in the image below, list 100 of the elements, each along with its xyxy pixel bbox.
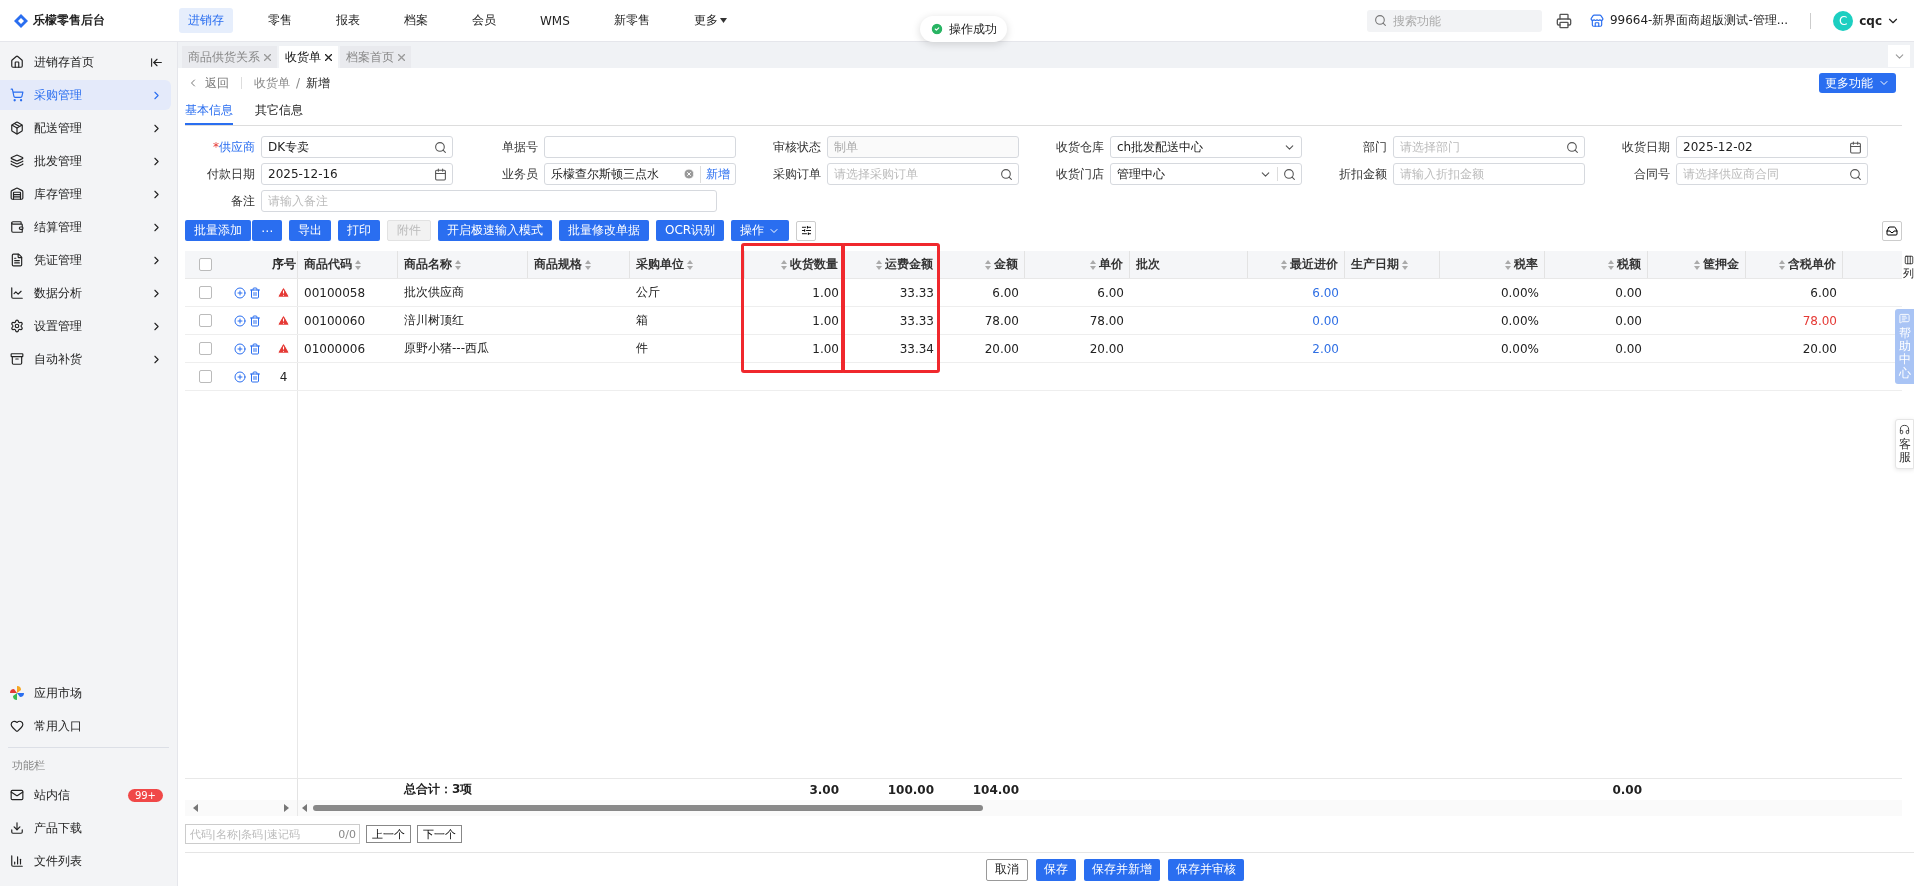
column-header[interactable]: 商品规格 <box>534 256 591 273</box>
column-header[interactable]: 金额 <box>985 256 1018 273</box>
nav-item[interactable]: 零售 <box>259 8 301 33</box>
toolbar-button[interactable]: 批量修改单据 <box>559 220 649 241</box>
nav-item[interactable]: 进销存 <box>179 8 233 33</box>
breadcrumb-link[interactable]: 收货单 <box>254 74 290 92</box>
toolbar-button[interactable]: 导出 <box>289 220 331 241</box>
search-field[interactable]: 搜索功能 <box>1366 9 1542 32</box>
customer-service-tab[interactable]: 客服 <box>1895 419 1914 470</box>
add-row-icon[interactable] <box>234 342 246 355</box>
column-header[interactable]: 商品代码 <box>304 256 361 273</box>
sidebar-item[interactable]: 设置管理 <box>0 311 171 341</box>
nav-item[interactable]: WMS <box>531 9 579 32</box>
column-header[interactable]: 最近进价 <box>1281 256 1338 273</box>
sidebar-item[interactable]: 常用入口 <box>0 711 171 741</box>
calendar-icon[interactable] <box>434 167 447 181</box>
batch-add-button[interactable]: 批量添加 <box>185 220 251 241</box>
nav-item[interactable]: 更多 <box>684 8 736 33</box>
scroll-left-icon[interactable] <box>302 804 307 812</box>
column-header[interactable]: 含税单价 <box>1779 256 1836 273</box>
add-link[interactable]: 新增 <box>700 165 730 183</box>
column-header[interactable]: 商品名称 <box>404 256 461 273</box>
sidebar-item[interactable]: 配送管理 <box>0 113 171 143</box>
input-field[interactable]: 请输入折扣金额 <box>1393 163 1585 185</box>
sidebar-item[interactable]: 采购管理 <box>0 80 171 110</box>
dropdown-button[interactable]: 操作 <box>731 220 790 241</box>
previous-button[interactable]: 上一个 <box>366 825 411 843</box>
column-header[interactable]: 筐押金 <box>1694 256 1739 273</box>
input-field[interactable]: DK专卖 <box>261 136 453 158</box>
input-field[interactable] <box>544 136 736 158</box>
search-icon[interactable] <box>1849 167 1862 181</box>
footer-button[interactable]: 保存 <box>1035 858 1076 881</box>
sidebar-item[interactable]: 产品下载 <box>0 813 171 843</box>
delete-icon[interactable] <box>249 286 261 299</box>
column-header[interactable]: 运费金额 <box>876 256 933 273</box>
scroll-left-icon[interactable] <box>193 804 198 812</box>
column-header[interactable]: 税额 <box>1608 256 1641 273</box>
nav-item[interactable]: 会员 <box>463 8 505 33</box>
input-field[interactable]: 2025-12-02 <box>1676 136 1868 158</box>
column-header[interactable]: 生产日期 <box>1351 256 1408 273</box>
settings-button[interactable] <box>796 220 817 241</box>
add-row-icon[interactable] <box>234 370 246 383</box>
clear-icon[interactable] <box>683 168 695 180</box>
collapse-icon[interactable] <box>150 55 163 69</box>
column-header[interactable]: 采购单位 <box>636 256 693 273</box>
search-icon[interactable] <box>434 140 447 154</box>
delete-icon[interactable] <box>249 370 261 383</box>
scroll-right-icon[interactable] <box>284 804 289 812</box>
search-icon[interactable] <box>1000 167 1013 181</box>
add-row-icon[interactable] <box>234 314 246 327</box>
toolbar-button[interactable]: 开启极速输入模式 <box>438 220 552 241</box>
scrollbar-thumb[interactable] <box>313 805 983 811</box>
column-header[interactable]: 单价 <box>1090 256 1123 273</box>
calendar-icon[interactable] <box>1849 140 1862 154</box>
sidebar-item[interactable]: 站内信 99+ <box>0 780 171 810</box>
input-field[interactable]: 请输入备注 <box>261 190 717 212</box>
sidebar-item[interactable]: 自动补货 <box>0 344 171 374</box>
checkbox[interactable] <box>198 286 212 299</box>
toolbar-button[interactable]: 打印 <box>338 220 380 241</box>
input-field[interactable]: 2025-12-16 <box>261 163 453 185</box>
sidebar-item[interactable]: 应用市场 <box>0 678 171 708</box>
checkbox[interactable] <box>198 370 212 383</box>
section-tab[interactable]: 基本信息 <box>185 98 233 125</box>
nav-item[interactable]: 报表 <box>327 8 369 33</box>
sidebar-item[interactable]: 文件列表 <box>0 846 171 876</box>
printer-icon[interactable] <box>1555 12 1572 29</box>
footer-button[interactable]: 保存并审核 <box>1167 858 1244 881</box>
more-button[interactable]: ⋯ <box>252 220 282 241</box>
delete-icon[interactable] <box>249 314 261 327</box>
more-functions-button[interactable]: 更多功能 <box>1819 73 1896 93</box>
checkbox[interactable] <box>198 342 212 355</box>
input-field[interactable]: 请选择供应商合同 <box>1676 163 1868 185</box>
column-header[interactable]: 收货数量 <box>781 256 838 273</box>
sidebar-item[interactable]: 结算管理 <box>0 212 171 242</box>
close-icon[interactable] <box>325 53 332 61</box>
next-button[interactable]: 下一个 <box>417 825 462 843</box>
nav-item[interactable]: 档案 <box>395 8 437 33</box>
search-icon[interactable] <box>1283 167 1296 181</box>
checkbox[interactable] <box>198 314 212 327</box>
column-header[interactable]: 税率 <box>1505 256 1538 273</box>
sidebar-item[interactable]: 数据分析 <box>0 278 171 308</box>
archive-button[interactable] <box>1882 220 1902 241</box>
sidebar-item[interactable]: 进销存首页 <box>0 47 171 77</box>
search-icon[interactable] <box>1566 140 1579 154</box>
toolbar-button[interactable]: OCR识别 <box>656 220 725 241</box>
sidebar-item[interactable]: 凭证管理 <box>0 245 171 275</box>
input-field[interactable]: ch批发配送中心 <box>1110 136 1302 158</box>
add-row-icon[interactable] <box>234 286 246 299</box>
page-tab[interactable]: 收货单 <box>279 46 338 68</box>
footer-button[interactable]: 取消 <box>985 858 1028 881</box>
delete-icon[interactable] <box>249 342 261 355</box>
sidebar-item[interactable]: 批发管理 <box>0 146 171 176</box>
checkbox[interactable] <box>198 258 212 271</box>
section-tab[interactable]: 其它信息 <box>255 98 303 125</box>
input-field[interactable]: 管理中心 <box>1110 163 1302 185</box>
sidebar-item[interactable]: 库存管理 <box>0 179 171 209</box>
nav-item[interactable]: 新零售 <box>604 8 659 33</box>
column-header[interactable]: 批次 <box>1136 256 1160 273</box>
column-picker[interactable]: 列 <box>1903 255 1914 281</box>
back-link[interactable]: 返回 <box>205 74 229 92</box>
